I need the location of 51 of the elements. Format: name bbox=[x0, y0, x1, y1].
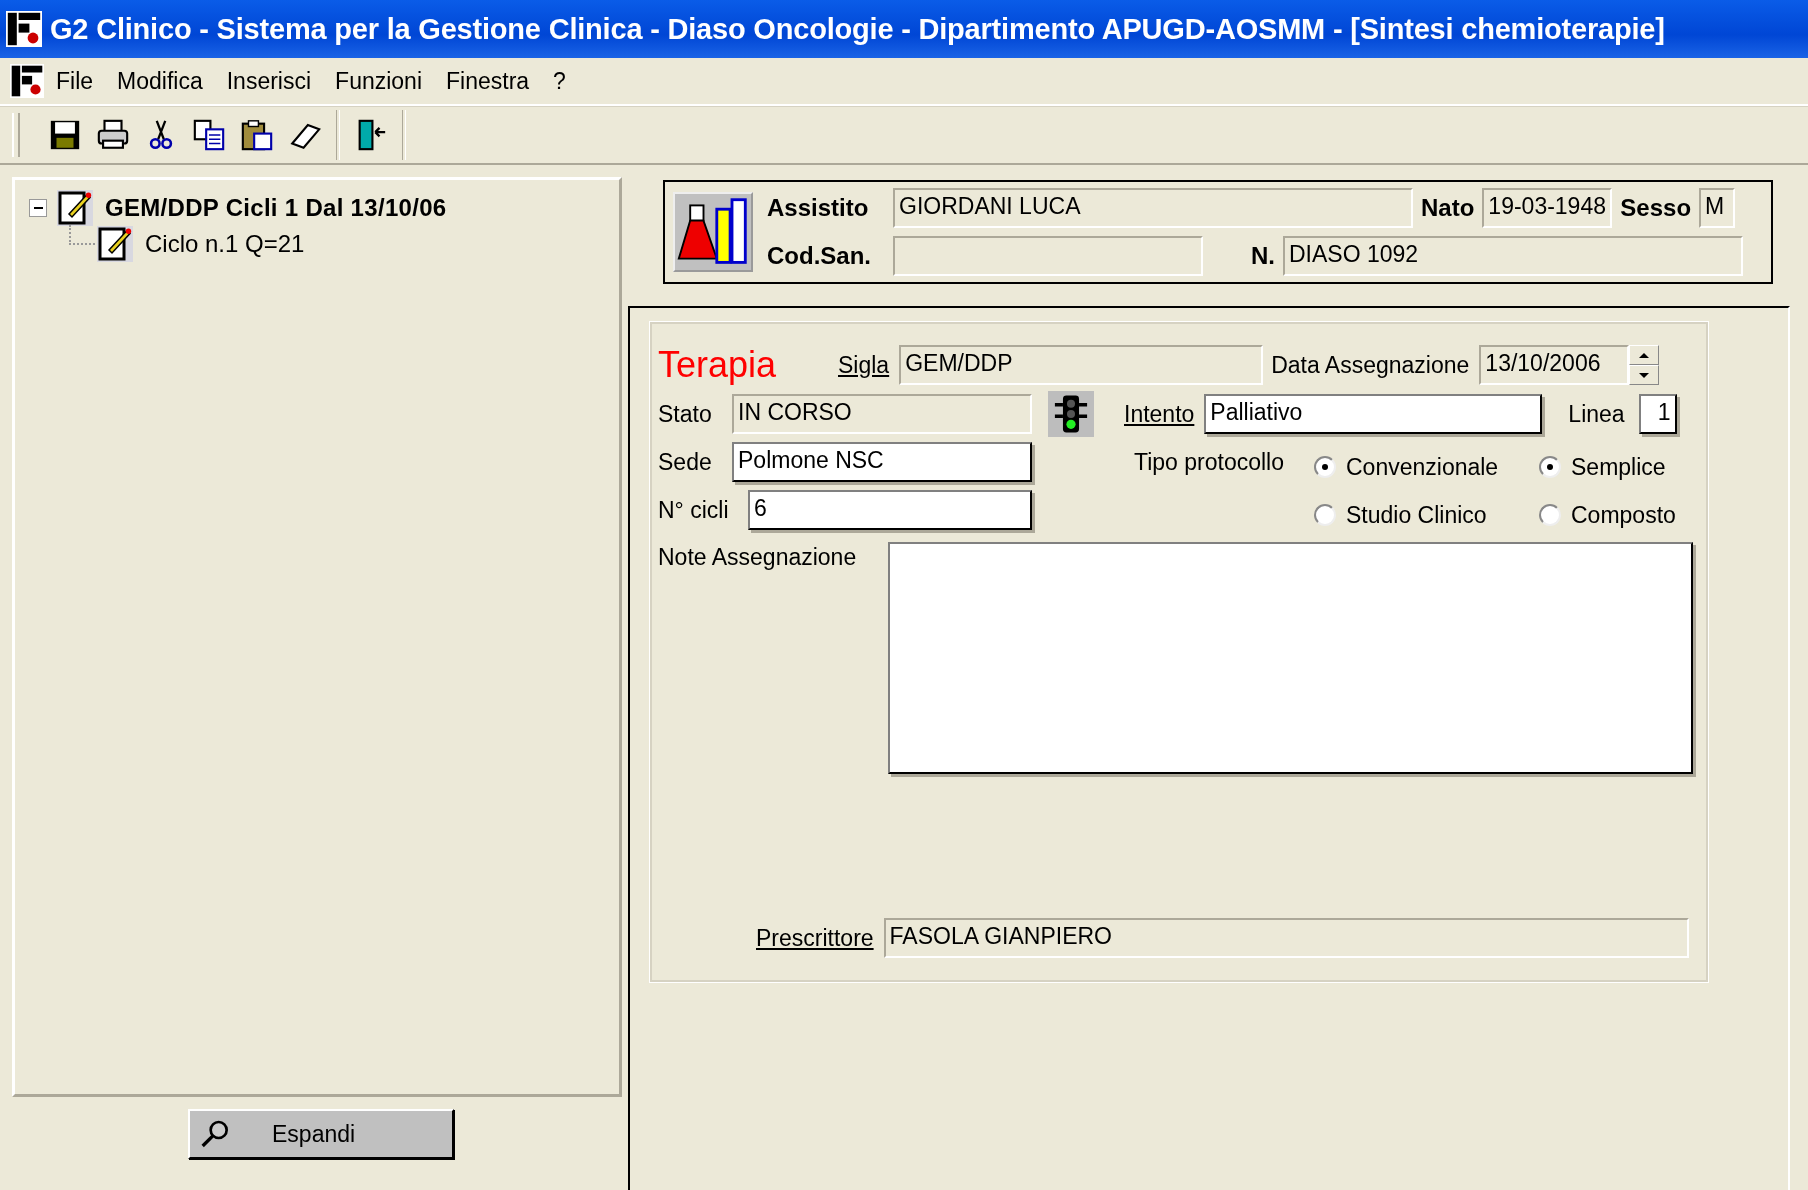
save-icon[interactable] bbox=[48, 118, 82, 152]
tree-connector-line bbox=[69, 225, 95, 245]
notes-field[interactable] bbox=[888, 542, 1693, 774]
menu-item[interactable]: File bbox=[56, 67, 94, 95]
collapse-icon[interactable] bbox=[29, 199, 47, 217]
field-label: Data Assegnazione bbox=[1271, 351, 1470, 379]
section-title: Terapia bbox=[658, 344, 778, 386]
menu-item[interactable]: Inserisci bbox=[226, 67, 312, 95]
sex-field: M bbox=[1699, 188, 1736, 228]
field-label: Tipo protocollo bbox=[1134, 448, 1285, 476]
edit-document-icon bbox=[57, 190, 93, 226]
toolbar-grip[interactable] bbox=[12, 113, 20, 157]
field-label: N. bbox=[1251, 242, 1275, 270]
paste-icon[interactable] bbox=[240, 118, 274, 152]
copy-icon[interactable] bbox=[192, 118, 226, 152]
intento-link[interactable]: Intento bbox=[1124, 400, 1195, 428]
edit-document-icon bbox=[97, 226, 133, 262]
flask-icon bbox=[673, 192, 753, 272]
field-label: Sede bbox=[658, 448, 713, 476]
patient-name-field: GIORDANI LUCA bbox=[893, 188, 1413, 228]
menu-item[interactable]: Funzioni bbox=[335, 67, 422, 95]
radio-button[interactable]: Composto bbox=[1539, 501, 1676, 529]
line-field[interactable]: 1 bbox=[1638, 394, 1677, 434]
field-label: Stato bbox=[658, 400, 713, 428]
radio-button[interactable]: Studio Clinico bbox=[1314, 501, 1529, 529]
menu-item[interactable]: ? bbox=[553, 67, 566, 95]
field-label: Assistito bbox=[767, 194, 870, 222]
tree-item[interactable]: GEM/DDP Cicli 1 Dal 13/10/06 bbox=[105, 194, 447, 222]
number-field: DIASO 1092 bbox=[1283, 236, 1743, 276]
window-title: G2 Clinico - Sistema per la Gestione Clinica - Diaso Oncologie - Dipartimento APUGD-AOSMM - [Sintesi chemioterapie] bbox=[50, 12, 1665, 46]
radio-button[interactable]: Semplice bbox=[1539, 453, 1666, 481]
birth-date-field: 19-03-1948 bbox=[1482, 188, 1613, 228]
intent-field[interactable]: Palliativo bbox=[1204, 394, 1543, 434]
menu-item[interactable]: Finestra bbox=[446, 67, 530, 95]
field-label: Cod.San. bbox=[767, 242, 872, 270]
traffic-light-icon[interactable] bbox=[1048, 391, 1094, 437]
field-label: Sesso bbox=[1620, 194, 1692, 222]
app-icon[interactable] bbox=[10, 64, 44, 98]
cycles-field[interactable]: 6 bbox=[748, 490, 1032, 530]
printer-icon[interactable] bbox=[96, 118, 130, 152]
expand-button[interactable]: Espandi bbox=[188, 1109, 454, 1159]
tree-item[interactable]: Ciclo n.1 Q=21 bbox=[145, 230, 305, 258]
field-label: Note Assegnazione bbox=[658, 543, 858, 571]
field-label: N° cicli bbox=[658, 496, 730, 524]
radio-button[interactable]: Convenzionale bbox=[1314, 453, 1529, 481]
field-label: Nato bbox=[1421, 194, 1475, 222]
app-icon bbox=[6, 11, 42, 47]
site-field[interactable]: Polmone NSC bbox=[732, 442, 1032, 482]
field-label: Linea bbox=[1568, 400, 1625, 428]
spin-buttons[interactable] bbox=[1629, 345, 1660, 385]
menu-item[interactable]: Modifica bbox=[117, 67, 203, 95]
